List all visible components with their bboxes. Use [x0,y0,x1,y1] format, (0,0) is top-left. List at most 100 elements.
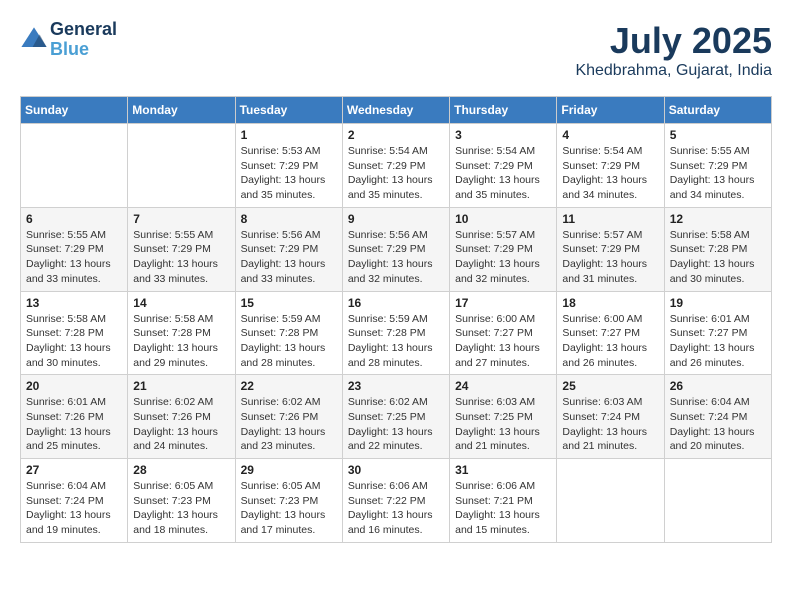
calendar-cell: 8 Sunrise: 5:56 AM Sunset: 7:29 PM Daylig… [235,207,342,291]
day-info: Sunrise: 6:01 AM Sunset: 7:26 PM Dayligh… [26,395,122,454]
calendar-table: SundayMondayTuesdayWednesdayThursdayFrid… [20,96,772,543]
weekday-header: Monday [128,97,235,124]
day-info: Sunrise: 5:58 AM Sunset: 7:28 PM Dayligh… [133,312,229,371]
day-number: 14 [133,296,229,310]
day-info: Sunrise: 6:05 AM Sunset: 7:23 PM Dayligh… [133,479,229,538]
calendar-header-row: SundayMondayTuesdayWednesdayThursdayFrid… [21,97,772,124]
day-info: Sunrise: 6:06 AM Sunset: 7:22 PM Dayligh… [348,479,444,538]
day-info: Sunrise: 6:02 AM Sunset: 7:26 PM Dayligh… [133,395,229,454]
calendar-cell: 20 Sunrise: 6:01 AM Sunset: 7:26 PM Dayli… [21,375,128,459]
day-number: 3 [455,128,551,142]
calendar-cell: 2Sunrise: 5:54 AM Sunset: 7:29 PM Daylig… [342,124,449,208]
calendar-week-row: 6 Sunrise: 5:55 AM Sunset: 7:29 PM Daylig… [21,207,772,291]
day-number: 24 [455,379,551,393]
day-number: 21 [133,379,229,393]
day-number: 22 [241,379,337,393]
day-number: 13 [26,296,122,310]
weekday-header: Saturday [664,97,771,124]
day-number: 15 [241,296,337,310]
location: Khedbrahma, Gujarat, India [575,62,772,80]
calendar-cell: 10 Sunrise: 5:57 AM Sunset: 7:29 PM Dayli… [450,207,557,291]
day-number: 19 [670,296,766,310]
calendar-cell: 12 Sunrise: 5:58 AM Sunset: 7:28 PM Dayli… [664,207,771,291]
weekday-header: Tuesday [235,97,342,124]
calendar-week-row: 1Sunrise: 5:53 AM Sunset: 7:29 PM Daylig… [21,124,772,208]
day-number: 29 [241,463,337,477]
month-title: July 2025 [575,20,772,62]
logo-icon [20,26,48,54]
day-info: Sunrise: 5:59 AM Sunset: 7:28 PM Dayligh… [348,312,444,371]
calendar-cell: 4Sunrise: 5:54 AM Sunset: 7:29 PM Daylig… [557,124,664,208]
calendar-cell: 22 Sunrise: 6:02 AM Sunset: 7:26 PM Dayli… [235,375,342,459]
day-number: 11 [562,212,658,226]
calendar-cell: 5Sunrise: 5:55 AM Sunset: 7:29 PM Daylig… [664,124,771,208]
calendar-cell: 31 Sunrise: 6:06 AM Sunset: 7:21 PM Dayli… [450,459,557,543]
calendar-cell: 1Sunrise: 5:53 AM Sunset: 7:29 PM Daylig… [235,124,342,208]
calendar-cell: 26 Sunrise: 6:04 AM Sunset: 7:24 PM Dayli… [664,375,771,459]
calendar-cell: 25Sunrise: 6:03 AM Sunset: 7:24 PM Dayli… [557,375,664,459]
calendar-cell: 6 Sunrise: 5:55 AM Sunset: 7:29 PM Daylig… [21,207,128,291]
day-number: 12 [670,212,766,226]
day-info: Sunrise: 5:59 AM Sunset: 7:28 PM Dayligh… [241,312,337,371]
calendar-cell: 15 Sunrise: 5:59 AM Sunset: 7:28 PM Dayli… [235,291,342,375]
calendar-cell: 23 Sunrise: 6:02 AM Sunset: 7:25 PM Dayli… [342,375,449,459]
day-info: Sunrise: 6:04 AM Sunset: 7:24 PM Dayligh… [670,395,766,454]
day-info: Sunrise: 6:04 AM Sunset: 7:24 PM Dayligh… [26,479,122,538]
day-number: 6 [26,212,122,226]
calendar-cell: 3 Sunrise: 5:54 AM Sunset: 7:29 PM Daylig… [450,124,557,208]
day-number: 10 [455,212,551,226]
calendar-cell: 30 Sunrise: 6:06 AM Sunset: 7:22 PM Dayli… [342,459,449,543]
calendar-cell: 14 Sunrise: 5:58 AM Sunset: 7:28 PM Dayli… [128,291,235,375]
day-info: Sunrise: 6:00 AM Sunset: 7:27 PM Dayligh… [455,312,551,371]
day-number: 17 [455,296,551,310]
day-info: Sunrise: 5:57 AM Sunset: 7:29 PM Dayligh… [562,228,658,287]
day-info: Sunrise: 6:02 AM Sunset: 7:26 PM Dayligh… [241,395,337,454]
day-number: 16 [348,296,444,310]
calendar-cell: 27 Sunrise: 6:04 AM Sunset: 7:24 PM Dayli… [21,459,128,543]
calendar-cell: 7Sunrise: 5:55 AM Sunset: 7:29 PM Daylig… [128,207,235,291]
calendar-cell: 24Sunrise: 6:03 AM Sunset: 7:25 PM Dayli… [450,375,557,459]
day-info: Sunrise: 6:01 AM Sunset: 7:27 PM Dayligh… [670,312,766,371]
calendar-cell: 21 Sunrise: 6:02 AM Sunset: 7:26 PM Dayli… [128,375,235,459]
calendar-cell: 28 Sunrise: 6:05 AM Sunset: 7:23 PM Dayli… [128,459,235,543]
logo: General Blue [20,20,117,60]
day-number: 20 [26,379,122,393]
calendar-cell: 17 Sunrise: 6:00 AM Sunset: 7:27 PM Dayli… [450,291,557,375]
day-info: Sunrise: 6:03 AM Sunset: 7:24 PM Dayligh… [562,395,658,454]
day-info: Sunrise: 5:57 AM Sunset: 7:29 PM Dayligh… [455,228,551,287]
day-number: 8 [241,212,337,226]
day-number: 23 [348,379,444,393]
calendar-cell: 18Sunrise: 6:00 AM Sunset: 7:27 PM Dayli… [557,291,664,375]
day-info: Sunrise: 5:55 AM Sunset: 7:29 PM Dayligh… [26,228,122,287]
weekday-header: Friday [557,97,664,124]
day-info: Sunrise: 6:02 AM Sunset: 7:25 PM Dayligh… [348,395,444,454]
day-number: 4 [562,128,658,142]
day-info: Sunrise: 5:56 AM Sunset: 7:29 PM Dayligh… [241,228,337,287]
day-number: 9 [348,212,444,226]
weekday-header: Wednesday [342,97,449,124]
calendar-week-row: 13 Sunrise: 5:58 AM Sunset: 7:28 PM Dayli… [21,291,772,375]
calendar-cell: 11 Sunrise: 5:57 AM Sunset: 7:29 PM Dayli… [557,207,664,291]
day-info: Sunrise: 6:06 AM Sunset: 7:21 PM Dayligh… [455,479,551,538]
day-number: 28 [133,463,229,477]
calendar-cell: 16 Sunrise: 5:59 AM Sunset: 7:28 PM Dayli… [342,291,449,375]
day-number: 27 [26,463,122,477]
day-number: 31 [455,463,551,477]
calendar-cell [21,124,128,208]
day-number: 26 [670,379,766,393]
day-number: 18 [562,296,658,310]
day-info: Sunrise: 5:53 AM Sunset: 7:29 PM Dayligh… [241,144,337,203]
day-info: Sunrise: 5:56 AM Sunset: 7:29 PM Dayligh… [348,228,444,287]
day-info: Sunrise: 5:55 AM Sunset: 7:29 PM Dayligh… [133,228,229,287]
calendar-cell: 19 Sunrise: 6:01 AM Sunset: 7:27 PM Dayli… [664,291,771,375]
calendar-cell [128,124,235,208]
day-info: Sunrise: 6:05 AM Sunset: 7:23 PM Dayligh… [241,479,337,538]
day-info: Sunrise: 5:54 AM Sunset: 7:29 PM Dayligh… [348,144,444,203]
day-number: 30 [348,463,444,477]
calendar-cell: 13Sunrise: 5:58 AM Sunset: 7:28 PM Dayli… [21,291,128,375]
day-info: Sunrise: 5:54 AM Sunset: 7:29 PM Dayligh… [455,144,551,203]
calendar-week-row: 20 Sunrise: 6:01 AM Sunset: 7:26 PM Dayli… [21,375,772,459]
calendar-cell [557,459,664,543]
day-info: Sunrise: 5:58 AM Sunset: 7:28 PM Dayligh… [670,228,766,287]
title-block: July 2025 Khedbrahma, Gujarat, India [575,20,772,80]
